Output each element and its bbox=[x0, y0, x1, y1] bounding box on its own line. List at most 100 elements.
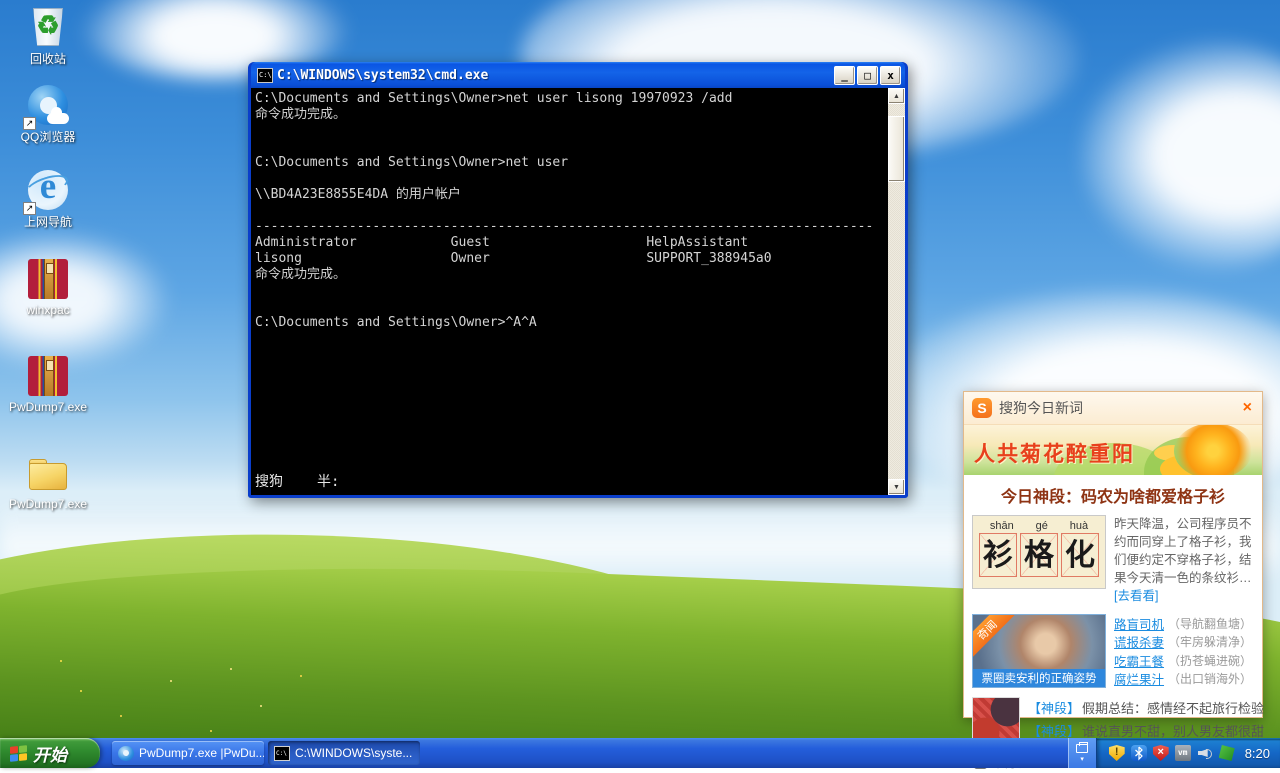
ime-name: 搜狗 bbox=[255, 474, 283, 490]
winrar-archive-icon bbox=[25, 257, 71, 301]
character-box: 化 bbox=[1061, 533, 1099, 577]
news-note: （扔苍蝇进碗） bbox=[1168, 653, 1253, 668]
desktop-icon-qq-browser[interactable]: ↗ QQ浏览器 bbox=[8, 84, 88, 145]
qq-browser-icon bbox=[118, 745, 134, 761]
news-row: 奇闻 票圈卖安利的正确姿势 路盲司机 （导航翻鱼塘） 谎报杀妻 （牢房躲清净） … bbox=[964, 612, 1262, 695]
icon-label: 上网导航 bbox=[23, 214, 72, 229]
tray-app-icon[interactable] bbox=[1218, 745, 1235, 761]
system-tray: ! × vm 8:20 bbox=[1095, 738, 1280, 768]
word-card-image[interactable]: shān gé huà 衫 格 化 bbox=[972, 515, 1106, 589]
task-label: C:\WINDOWS\syste... bbox=[295, 746, 413, 760]
sogou-logo-icon: S bbox=[972, 398, 992, 418]
news-item: 谎报杀妻 （牢房躲清净） bbox=[1114, 633, 1254, 652]
qq-browser-icon: ↗ bbox=[23, 84, 71, 130]
go-see-link[interactable]: [去看看] bbox=[1114, 589, 1158, 603]
minimize-button[interactable]: _ bbox=[834, 65, 855, 85]
taskbar-clock[interactable]: 8:20 bbox=[1245, 746, 1270, 761]
security-alert-icon[interactable]: × bbox=[1152, 745, 1169, 761]
icon-label: winxpac bbox=[26, 303, 70, 318]
flowers bbox=[60, 660, 62, 662]
cmd-title-bar[interactable]: C:\ C:\WINDOWS\system32\cmd.exe _ □ x bbox=[251, 62, 905, 88]
icon-label: QQ浏览器 bbox=[20, 129, 76, 144]
start-label: 开始 bbox=[33, 745, 67, 765]
news-note: （出口销海外） bbox=[1168, 672, 1253, 687]
shortcut-arrow-icon: ↗ bbox=[23, 116, 36, 130]
news-link-list: 路盲司机 （导航翻鱼塘） 谎报杀妻 （牢房躲清净） 吃霸王餐 （扔苍蝇进碗） 腐… bbox=[1114, 614, 1254, 688]
shenduan-tag: 【神段】 bbox=[1028, 724, 1081, 739]
scroll-down-button[interactable]: ▼ bbox=[888, 479, 905, 495]
ime-status-bar[interactable]: 搜狗 半: bbox=[255, 471, 373, 491]
scroll-up-button[interactable]: ▲ bbox=[888, 88, 905, 104]
popup-title: 搜狗今日新词 bbox=[999, 400, 1083, 416]
photo-caption: 票圈卖安利的正确姿势 bbox=[973, 669, 1105, 687]
folder-icon bbox=[25, 451, 71, 495]
cloud bbox=[1080, 40, 1280, 270]
pinyin: huà bbox=[1069, 520, 1089, 532]
desktop-icon-web-nav[interactable]: e ↗ 上网导航 bbox=[8, 166, 88, 230]
news-link[interactable]: 腐烂果汁 bbox=[1114, 669, 1164, 688]
chrysanthemum-icon bbox=[1174, 425, 1252, 475]
shenduan-item[interactable]: 【神段】 假期总结：感情经不起旅行检验 bbox=[1028, 697, 1264, 720]
taskbar-task-buttons: PwDump7.exe |PwDu... C:\ C:\WINDOWS\syst… bbox=[100, 738, 1068, 768]
console-scrollbar[interactable]: ▲ ▼ bbox=[888, 88, 905, 495]
ime-mode: 半: bbox=[317, 474, 340, 490]
taskbar: 开始 PwDump7.exe |PwDu... C:\ C:\WINDOWS\s… bbox=[0, 738, 1280, 768]
taskbar-button-cmd[interactable]: C:\ C:\WINDOWS\syste... bbox=[268, 741, 420, 765]
close-button[interactable]: x bbox=[880, 65, 901, 85]
news-link[interactable]: 谎报杀妻 bbox=[1114, 632, 1164, 651]
news-item: 腐烂果汁 （出口销海外） bbox=[1114, 670, 1254, 689]
bluetooth-glyph bbox=[1134, 746, 1143, 761]
bluetooth-icon[interactable] bbox=[1130, 745, 1147, 761]
desktop-icon-recycle-bin[interactable]: ♻ 回收站 bbox=[8, 6, 88, 67]
icon-label: 回收站 bbox=[29, 52, 66, 66]
windows-flag-icon bbox=[10, 744, 27, 762]
start-button[interactable]: 开始 bbox=[0, 738, 100, 768]
pinyin: gé bbox=[1035, 520, 1048, 532]
banner-text: 人共菊花醉重阳 bbox=[974, 443, 1135, 466]
popup-close-icon[interactable]: × bbox=[1241, 399, 1254, 417]
news-photo[interactable]: 奇闻 票圈卖安利的正确姿势 bbox=[972, 614, 1106, 688]
security-warning-icon[interactable]: ! bbox=[1108, 745, 1125, 761]
qiwen-ribbon: 奇闻 bbox=[973, 615, 1016, 659]
character-box: 衫 bbox=[979, 533, 1017, 577]
desktop-icon-pwdump-folder[interactable]: PwDump7.exe bbox=[8, 451, 88, 512]
cmd-window-icon: C:\ bbox=[257, 67, 273, 83]
cmd-window: C:\ C:\WINDOWS\system32\cmd.exe _ □ x C:… bbox=[248, 62, 908, 498]
icon-label: PwDump7.exe bbox=[8, 400, 88, 415]
task-label: PwDump7.exe |PwDu... bbox=[139, 746, 264, 760]
story-text: 昨天降温，公司程序员不约而同穿上了格子衫，我们便约定不穿格子衫，结果今天清一色的… bbox=[1114, 517, 1252, 585]
desktop-icon-winxpac[interactable]: winxpac bbox=[8, 257, 88, 318]
maximize-button[interactable]: □ bbox=[857, 65, 878, 85]
character-box: 格 bbox=[1020, 533, 1058, 577]
console-output[interactable]: C:\Documents and Settings\Owner>net user… bbox=[251, 88, 888, 495]
shenduan-tag: 【神段】 bbox=[1028, 701, 1081, 716]
popup-banner[interactable]: 人共菊花醉重阳 bbox=[964, 425, 1262, 475]
desktop-icon-pwdump-rar[interactable]: PwDump7.exe bbox=[8, 354, 88, 415]
shortcut-arrow-icon: ↗ bbox=[23, 201, 36, 215]
language-bar[interactable]: ▾ bbox=[1067, 738, 1096, 768]
news-link[interactable]: 路盲司机 bbox=[1114, 614, 1164, 633]
volume-icon[interactable] bbox=[1197, 745, 1213, 761]
cmd-icon: C:\ bbox=[274, 745, 290, 761]
internet-explorer-icon: e ↗ bbox=[23, 166, 71, 215]
popup-headline[interactable]: 今日神段：码农为啥都爱格子衫 bbox=[964, 475, 1262, 513]
cmd-window-title: C:\WINDOWS\system32\cmd.exe bbox=[277, 67, 489, 83]
pinyin: shān bbox=[989, 520, 1014, 532]
desktop-icon-column: ♻ 回收站 ↗ QQ浏览器 e ↗ 上网导航 winxpac PwDump7.e… bbox=[8, 6, 88, 529]
winrar-archive-icon bbox=[25, 354, 71, 398]
scrollbar-thumb[interactable] bbox=[888, 116, 905, 182]
taskbar-button-pwdump[interactable]: PwDump7.exe |PwDu... bbox=[112, 741, 264, 765]
news-item: 吃霸王餐 （扔苍蝇进碗） bbox=[1114, 651, 1254, 670]
vmware-icon[interactable]: vm bbox=[1174, 745, 1191, 761]
chevron-down-icon: ▾ bbox=[1080, 755, 1084, 763]
sogou-news-popup: S 搜狗今日新词 × 人共菊花醉重阳 今日神段：码农为啥都爱格子衫 shān g… bbox=[963, 391, 1264, 770]
recycle-bin-icon: ♻ bbox=[25, 6, 71, 50]
news-link[interactable]: 吃霸王餐 bbox=[1114, 651, 1164, 670]
language-bar-icon bbox=[1076, 741, 1089, 753]
word-card-row: shān gé huà 衫 格 化 昨天降温，公司程序员不约而同穿上了格子衫，我… bbox=[964, 513, 1262, 612]
popup-header: S 搜狗今日新词 × bbox=[964, 392, 1262, 425]
shenduan-text: 谁说直男不甜，别人男友都很甜 bbox=[1082, 724, 1265, 739]
shenduan-text: 假期总结：感情经不起旅行检验 bbox=[1082, 701, 1265, 716]
news-item: 路盲司机 （导航翻鱼塘） bbox=[1114, 614, 1254, 633]
icon-label: PwDump7.exe bbox=[8, 496, 88, 511]
